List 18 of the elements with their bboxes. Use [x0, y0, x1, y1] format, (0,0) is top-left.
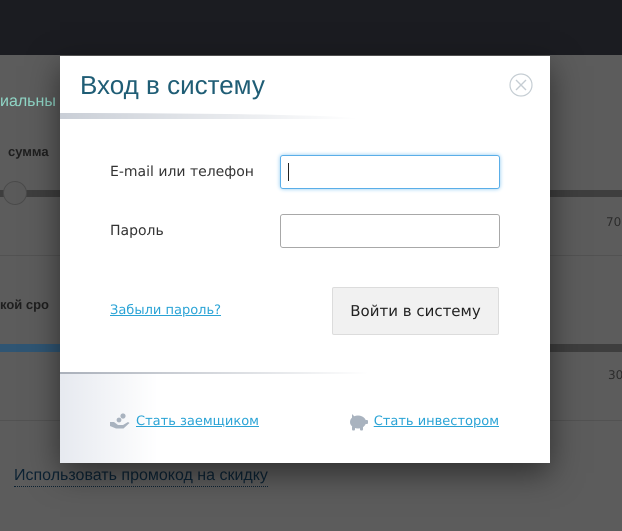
login-button[interactable]: Войти в систему [332, 287, 499, 335]
promo-code-link[interactable]: Использовать промокод на скидку [14, 466, 268, 487]
input-field[interactable] [280, 155, 500, 189]
dialog-title: Вход в систему [80, 72, 265, 98]
piggy-bank-icon [348, 412, 368, 432]
section-heading: иальны [0, 92, 56, 112]
input-field[interactable] [280, 214, 500, 248]
close-icon[interactable] [509, 73, 533, 97]
slider-fill [0, 344, 60, 352]
field-label: Пароль [110, 222, 164, 240]
become-borrower-link[interactable]: Стать заемщиком [136, 412, 259, 432]
forgot-password-link[interactable]: Забыли пароль? [110, 301, 222, 321]
section-label: сумма [8, 143, 49, 161]
slider-thumb[interactable] [3, 181, 27, 205]
section-label: кой сро [0, 296, 49, 314]
hand-coin-icon [110, 413, 130, 430]
field-label: E-mail или телефон [110, 162, 254, 182]
become-investor-link[interactable]: Стать инвестором [374, 412, 499, 432]
